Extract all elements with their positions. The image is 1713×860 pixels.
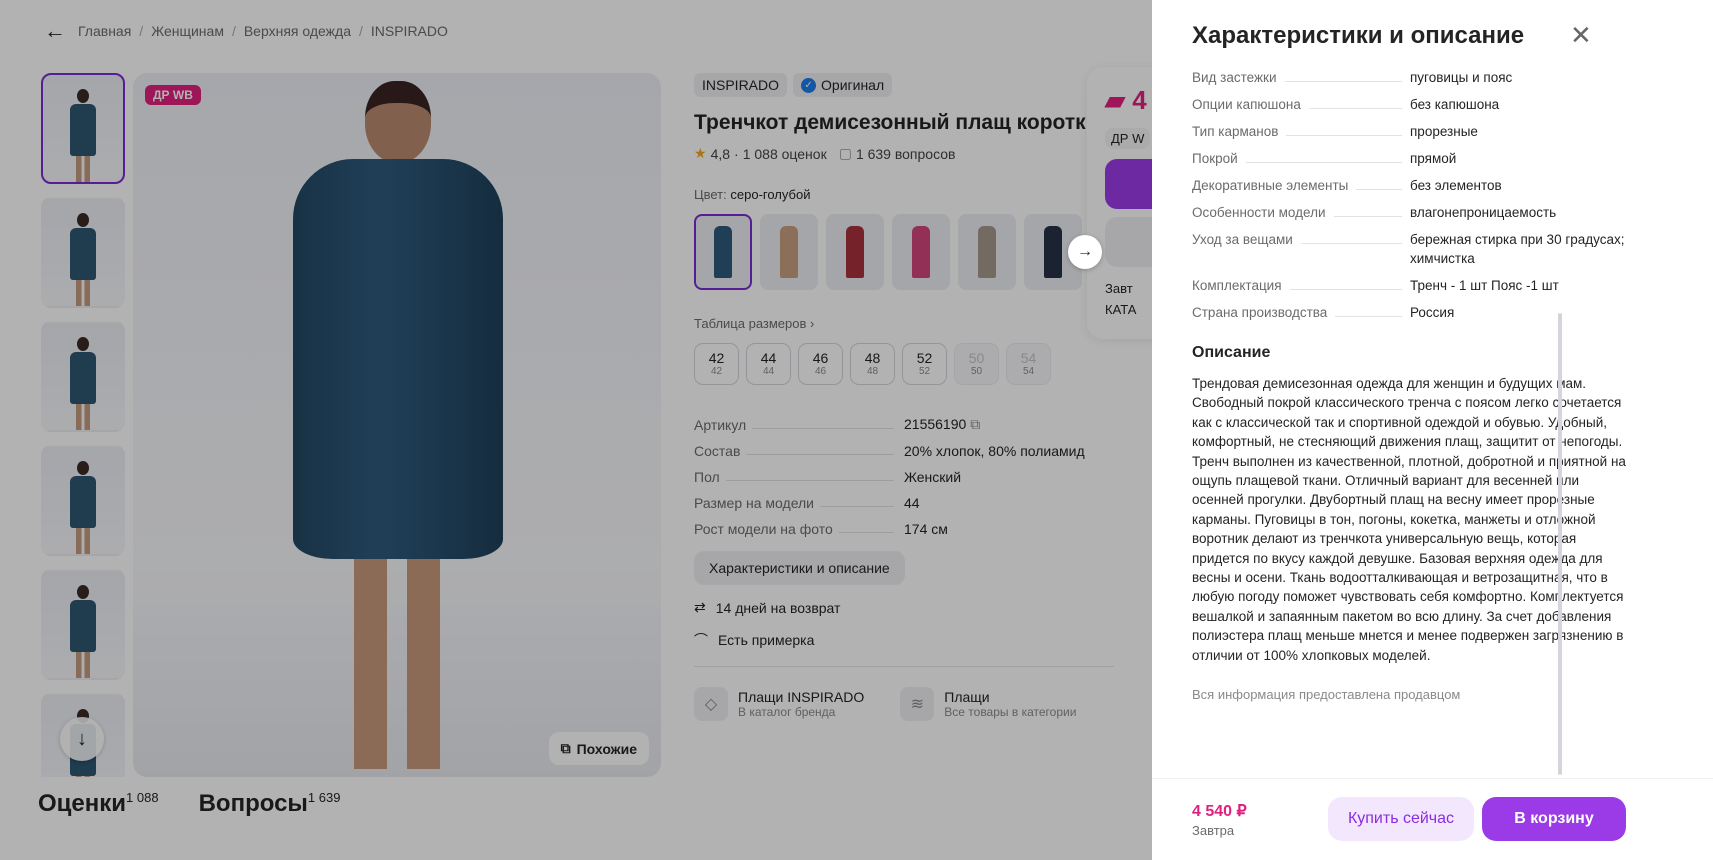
char-row: Вид застежки пуговицы и пояс [1192,68,1632,87]
char-row: Опции капюшона без капюшона [1192,95,1632,114]
char-value: без капюшона [1410,97,1500,112]
char-key: Вид застежки [1192,70,1277,85]
char-value: Тренч - 1 шт Пояс -1 шт [1410,278,1559,293]
add-to-cart-button[interactable]: В корзину [1482,797,1626,841]
description-text: Трендовая демисезонная одежда для женщин… [1192,376,1626,663]
next-arrow-icon[interactable]: → [1068,235,1102,269]
char-row: Страна производства Россия [1192,303,1632,322]
char-value: прорезные [1410,124,1478,139]
char-value: влагонепроницаемость [1410,205,1557,220]
drawer-scrollbar[interactable] [1558,313,1562,775]
char-key: Декоративные элементы [1192,178,1349,193]
char-value: пуговицы и пояс [1410,70,1513,85]
buy-now-button[interactable]: Купить сейчас [1328,797,1474,841]
drawer-content: Вид застежки пуговицы и пояс Опции капюшо… [1192,68,1632,776]
char-row: Особенности модели влагонепроницаемость [1192,203,1632,222]
char-value: без элементов [1410,178,1502,193]
drawer-footer: 4 540 ₽ Завтра Купить сейчас В корзину [1152,778,1713,860]
char-row: Тип карманов прорезные [1192,122,1632,141]
char-key: Страна производства [1192,305,1328,320]
char-key: Комплектация [1192,278,1282,293]
footer-price: 4 540 ₽ [1192,803,1247,820]
char-row: Покрой прямой [1192,149,1632,168]
char-key: Тип карманов [1192,124,1279,139]
char-row: Декоративные элементы без элементов [1192,176,1632,195]
seller-note: Вся информация предоставлена продавцом [1192,687,1461,703]
char-row: Комплектация Тренч - 1 шт Пояс -1 шт [1192,276,1632,295]
char-value: Россия [1410,305,1455,320]
char-row: Уход за вещами бережная стирка при 30 гра… [1192,230,1632,268]
char-key: Особенности модели [1192,205,1326,220]
drawer-title: Характеристики и описание [1192,22,1525,49]
char-key: Уход за вещами [1192,232,1293,247]
close-icon[interactable]: ✕ [1570,22,1592,48]
characteristics-drawer: Характеристики и описание ✕ Вид застежки… [1152,0,1713,860]
char-key: Покрой [1192,151,1238,166]
description-title: Описание [1192,344,1271,361]
char-value: бережная стирка при 30 градусах; химчист… [1410,232,1625,266]
char-key: Опции капюшона [1192,97,1301,112]
footer-delivery: Завтра [1192,823,1235,838]
char-value: прямой [1410,151,1457,166]
